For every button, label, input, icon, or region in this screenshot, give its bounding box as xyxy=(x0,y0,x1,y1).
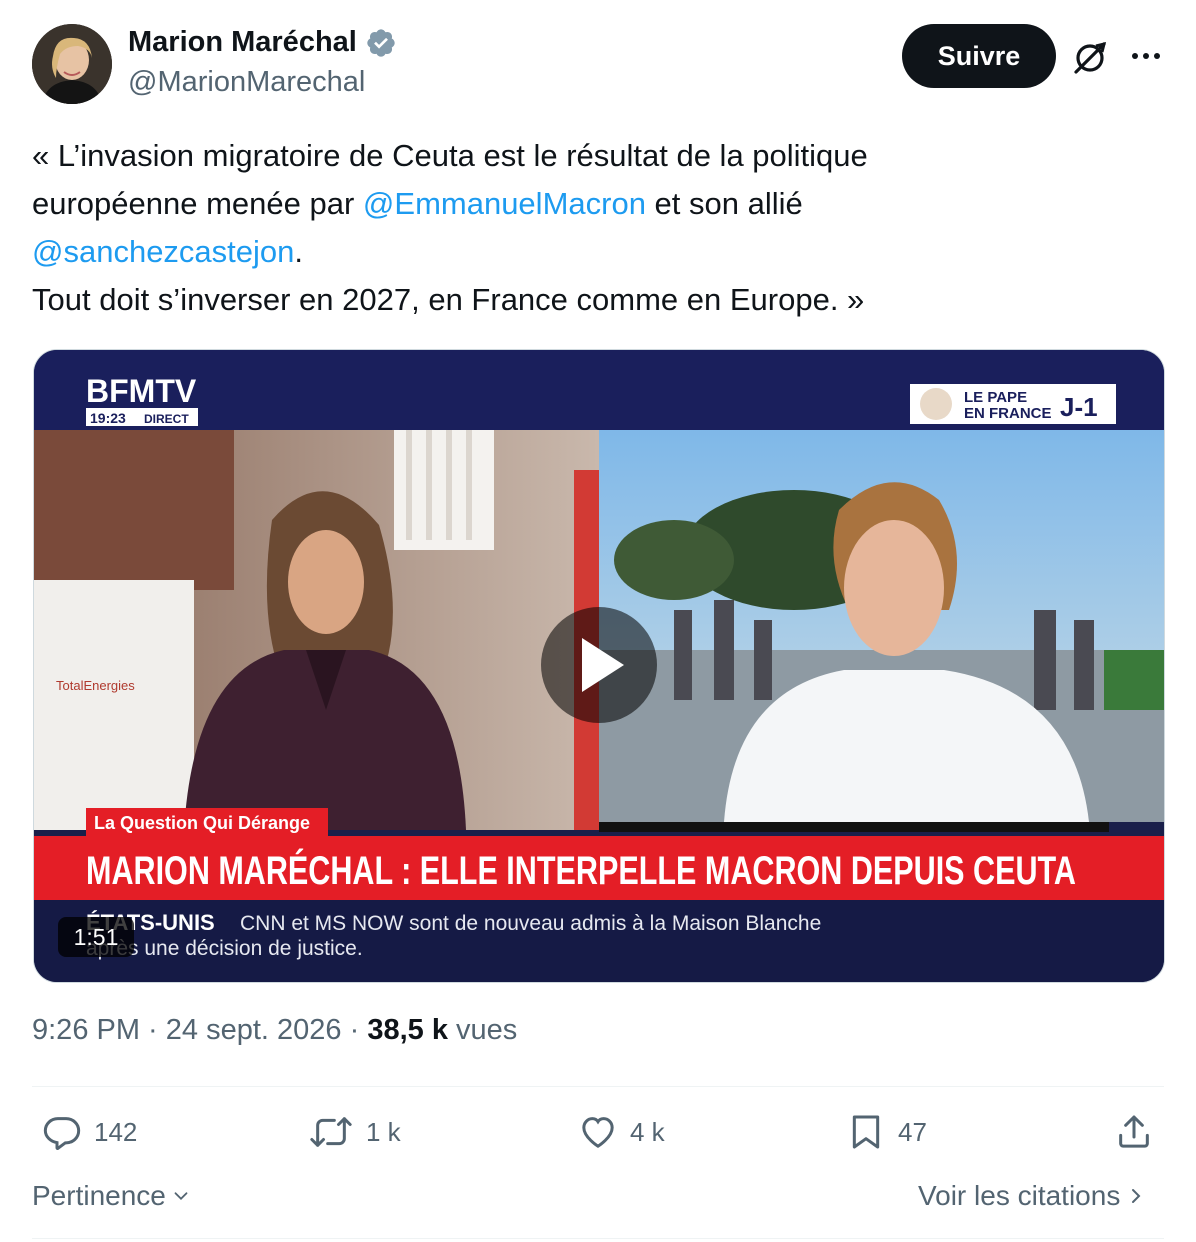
author-name[interactable]: Marion Maréchal xyxy=(128,26,357,59)
mention-link[interactable]: @EmmanuelMacron xyxy=(363,186,646,221)
chevron-right-icon xyxy=(1132,1189,1141,1203)
channel-logo: BFMTV xyxy=(86,373,197,409)
badge-line-1: LE PAPE xyxy=(964,389,1027,406)
video-duration: 1:51 xyxy=(58,917,134,957)
chevron-down-icon xyxy=(174,1192,188,1201)
reply-icon xyxy=(43,1117,81,1150)
tweet-text-segment: . xyxy=(294,234,304,269)
badge-countdown: J-1 xyxy=(1060,392,1098,422)
tweet-line-4: Tout doit s’inverser en 2027, en France … xyxy=(32,282,865,317)
divider xyxy=(32,1238,1164,1239)
bookmark-count: 47 xyxy=(898,1116,927,1147)
repost-button[interactable]: 1 k xyxy=(308,1112,401,1152)
ticker-text: CNN et MS NOW sont de nouveau admis à la… xyxy=(240,912,821,935)
divider xyxy=(32,1086,1164,1087)
like-count: 4 k xyxy=(630,1116,665,1147)
tweet-time[interactable]: 9:26 PM xyxy=(32,1014,140,1046)
heart-icon xyxy=(582,1117,614,1148)
tweet-text-segment: et son allié xyxy=(645,186,803,221)
bookmark-icon xyxy=(852,1115,880,1149)
avatar-image xyxy=(32,24,112,104)
view-count: 38,5 k xyxy=(367,1014,448,1046)
reply-count: 142 xyxy=(94,1116,138,1147)
tweet-text: « L’invasion migratoire de Ceuta est le … xyxy=(32,132,1162,324)
verified-badge-icon xyxy=(367,28,395,57)
sponsor-logo: TotalEnergies xyxy=(56,678,135,693)
author-handle[interactable]: @MarionMarechal xyxy=(128,66,365,99)
view-quotes-link[interactable]: Voir les citations xyxy=(918,1180,1148,1212)
tweet-line-1: « L’invasion migratoire de Ceuta est le … xyxy=(32,138,868,173)
repost-count: 1 k xyxy=(366,1116,401,1147)
tweet-meta: 9:26 PM · 24 sept. 2026 · 38,5 k vues xyxy=(32,1014,517,1047)
avatar[interactable] xyxy=(32,24,112,104)
views-label: vues xyxy=(447,1014,518,1046)
badge-line-2: EN FRANCE xyxy=(964,405,1052,422)
bookmark-button[interactable]: 47 xyxy=(846,1112,927,1152)
author-name-row[interactable]: Marion Maréchal xyxy=(128,26,397,59)
meta-separator: · xyxy=(341,1014,368,1046)
more-icon[interactable] xyxy=(1128,38,1164,74)
share-button[interactable] xyxy=(1114,1112,1154,1152)
headline: MARION MARÉCHAL : ELLE INTERPELLE MACRON… xyxy=(86,848,1076,893)
like-button[interactable]: 4 k xyxy=(578,1112,665,1152)
reply-button[interactable]: 142 xyxy=(42,1112,137,1152)
meta-separator: · xyxy=(140,1014,166,1046)
tweet-line-2: européenne menée par @EmmanuelMacron et … xyxy=(32,180,1162,228)
sort-label: Pertinence xyxy=(32,1180,166,1211)
tweet-text-segment: européenne menée par xyxy=(32,186,363,221)
broadcast-time: 19:23 xyxy=(90,410,126,426)
tweet-date[interactable]: 24 sept. 2026 xyxy=(166,1014,342,1046)
video-player[interactable]: BFMTV 19:23 DIRECT LE PAPE EN FRANCE J-1… xyxy=(33,349,1165,983)
segment-label: La Question Qui Dérange xyxy=(94,813,310,833)
share-icon xyxy=(1119,1115,1149,1148)
follow-button[interactable]: Suivre xyxy=(902,24,1056,88)
grok-icon[interactable] xyxy=(1070,38,1110,78)
video-frame: BFMTV 19:23 DIRECT LE PAPE EN FRANCE J-1… xyxy=(34,350,1164,982)
sort-dropdown[interactable]: Pertinence xyxy=(32,1180,192,1212)
tweet-line-3: @sanchezcastejon. xyxy=(32,228,1162,276)
view-quotes-label: Voir les citations xyxy=(918,1180,1121,1211)
live-label: DIRECT xyxy=(144,412,189,426)
mention-link[interactable]: @sanchezcastejon xyxy=(32,234,294,269)
repost-icon xyxy=(310,1117,352,1147)
